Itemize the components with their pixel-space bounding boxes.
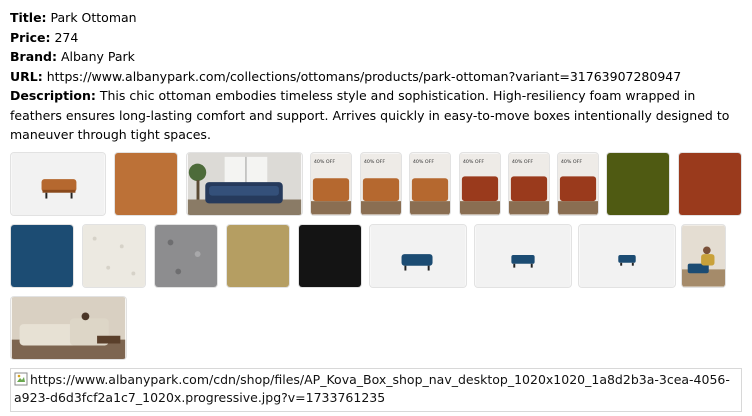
description-label: Description: — [10, 88, 96, 103]
ottoman-photo-icon — [475, 225, 571, 287]
brand-value: Albany Park — [60, 49, 135, 64]
title-value: Park Ottoman — [50, 10, 137, 25]
brand-label: Brand: — [10, 49, 57, 64]
swatch-icon — [115, 153, 177, 215]
broken-image-icon — [14, 372, 28, 386]
ottoman-navy-product-image-1[interactable] — [369, 224, 467, 288]
ottoman-photo-icon — [370, 225, 466, 287]
cognac-sofa-sale-image-2[interactable]: 40% OFF — [360, 152, 402, 216]
cognac-sofa-sale-image-3[interactable]: 40% OFF — [409, 152, 451, 216]
price-value: 274 — [54, 29, 79, 45]
navy-swatch-image[interactable] — [10, 224, 74, 288]
description-value: This chic ottoman embodies timeless styl… — [10, 88, 730, 142]
product-details: Title: Park Ottoman Price: 274 Brand: Al… — [10, 8, 746, 145]
title-row: Title: Park Ottoman — [10, 8, 746, 28]
lifestyle-photo-icon — [682, 225, 725, 287]
sale-photo-icon: 40% OFF — [410, 153, 450, 215]
swatch-icon — [607, 153, 669, 215]
ottoman-cognac-product-image[interactable] — [10, 152, 106, 216]
sale-badge-text: 40% OFF — [463, 159, 485, 165]
ivory-boucle-swatch-image[interactable] — [82, 224, 146, 288]
url-label: URL: — [10, 68, 43, 84]
blue-sofa-living-room-image[interactable] — [186, 152, 303, 216]
person-on-ottoman-image[interactable] — [681, 224, 726, 288]
rust-sofa-sale-image-1[interactable]: 40% OFF — [459, 152, 501, 216]
sale-photo-icon: 40% OFF — [460, 153, 500, 215]
ottoman-photo-icon — [579, 225, 675, 287]
swatch-icon — [299, 225, 361, 287]
title-label: Title: — [10, 10, 47, 25]
room-photo-icon — [187, 153, 302, 215]
description-row: Description: This chic ottoman embodies … — [10, 86, 738, 145]
ottoman-photo-icon — [11, 153, 105, 215]
sale-photo-icon: 40% OFF — [311, 153, 351, 215]
swatch-icon — [155, 225, 217, 287]
url-row: URL: https://www.albanypark.com/collecti… — [10, 67, 746, 87]
sale-photo-icon: 40% OFF — [509, 153, 549, 215]
sale-badge-text: 40% OFF — [413, 159, 435, 165]
ottoman-navy-product-image-2[interactable] — [474, 224, 572, 288]
sale-badge-text: 40% OFF — [561, 159, 583, 165]
ottoman-navy-product-image-3[interactable] — [578, 224, 676, 288]
swatch-icon — [83, 225, 145, 287]
sale-badge-text: 40% OFF — [512, 159, 534, 165]
sale-badge-text: 40% OFF — [364, 159, 386, 165]
broken-image-alt-text: https://www.albanypark.com/cdn/shop/file… — [14, 372, 730, 405]
url-value: https://www.albanypark.com/collections/o… — [46, 68, 682, 84]
swatch-icon — [11, 225, 73, 287]
sectional-living-room-image[interactable] — [10, 296, 127, 360]
cognac-sofa-sale-image-1[interactable]: 40% OFF — [310, 152, 352, 216]
rust-swatch-image[interactable] — [678, 152, 742, 216]
rust-sofa-sale-image-3[interactable]: 40% OFF — [557, 152, 599, 216]
olive-swatch-image[interactable] — [606, 152, 670, 216]
grey-tweed-swatch-image[interactable] — [154, 224, 218, 288]
sale-badge-text: 40% OFF — [314, 159, 336, 165]
price-label: Price: — [10, 29, 51, 45]
gold-swatch-image[interactable] — [226, 224, 290, 288]
cognac-leather-swatch-image[interactable] — [114, 152, 178, 216]
room-photo-icon — [11, 297, 126, 359]
swatch-icon — [679, 153, 741, 215]
price-row: Price: 274 — [10, 28, 746, 48]
brand-row: Brand: Albany Park — [10, 47, 746, 67]
rust-sofa-sale-image-2[interactable]: 40% OFF — [508, 152, 550, 216]
black-swatch-image[interactable] — [298, 224, 362, 288]
sale-photo-icon: 40% OFF — [361, 153, 401, 215]
swatch-icon — [227, 225, 289, 287]
broken-image-placeholder: https://www.albanypark.com/cdn/shop/file… — [10, 368, 742, 412]
sale-photo-icon: 40% OFF — [558, 153, 598, 215]
